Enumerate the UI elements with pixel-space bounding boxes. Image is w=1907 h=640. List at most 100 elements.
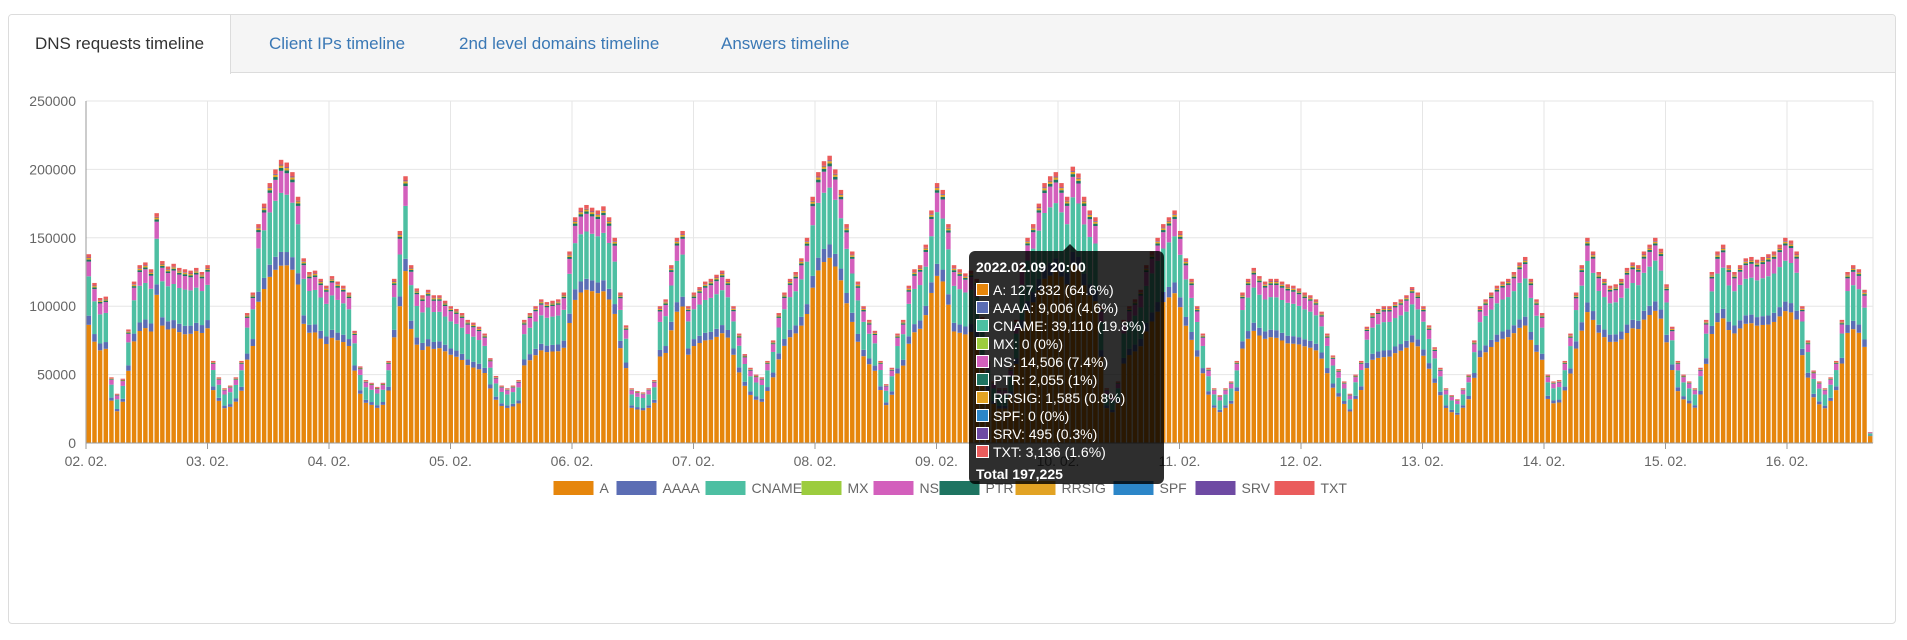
- bar-segment-cname: [346, 309, 352, 340]
- bar-segment-cname: [1692, 394, 1698, 406]
- bar-segment-ptr: [1025, 243, 1030, 246]
- bar-segment-a: [250, 345, 256, 443]
- bar-segment-txt: [1607, 285, 1613, 289]
- bar-segment-a: [148, 331, 154, 443]
- bar-segment-a: [1732, 333, 1737, 443]
- bar-segment-aaaa: [261, 277, 267, 289]
- bar-segment-cname: [1506, 297, 1511, 330]
- bar-segment-rrsig: [827, 161, 832, 164]
- bar-segment-rrsig: [691, 295, 697, 297]
- bar-segment-txt: [1364, 326, 1370, 329]
- bar-segment-a: [1477, 357, 1483, 443]
- bar-segment-aaaa: [1783, 301, 1788, 312]
- tab-answers-timeline[interactable]: Answers timeline: [695, 15, 876, 73]
- bar-segment-cname: [131, 300, 137, 334]
- bar-segment-ns: [1426, 329, 1432, 339]
- bar-segment-cname: [601, 232, 606, 281]
- bar-segment-ns: [1771, 258, 1777, 274]
- tooltip-swatch: [976, 409, 989, 422]
- bar-segment-cname: [640, 397, 646, 409]
- bar-segment-srv: [1522, 260, 1528, 261]
- tab-dns-requests-timeline[interactable]: DNS requests timeline: [9, 15, 232, 74]
- bar-segment-txt: [1438, 367, 1443, 369]
- bar-segment-a: [1245, 338, 1251, 443]
- bar-segment-aaaa: [1211, 405, 1217, 408]
- bar-segment-txt: [1353, 374, 1358, 376]
- bar-segment-aaaa: [1279, 332, 1285, 341]
- tooltip-swatch: [976, 445, 989, 458]
- bar-segment-cname: [493, 383, 499, 397]
- bar-segment-ns: [527, 317, 533, 328]
- bar-segment-srv: [821, 165, 827, 167]
- bar-segment-a: [1262, 338, 1268, 443]
- bar-segment-a: [375, 407, 380, 443]
- bar-segment-a: [1681, 399, 1686, 443]
- bar-segment-rrsig: [86, 257, 92, 260]
- bar-segment-txt: [1064, 196, 1070, 201]
- bar-segment-txt: [1703, 319, 1709, 322]
- bar-segment-txt: [1296, 288, 1302, 291]
- bar-segment-rrsig: [906, 288, 912, 291]
- bar-segment-rrsig: [861, 308, 866, 311]
- bar-segment-a: [776, 359, 781, 443]
- bar-segment-txt: [295, 196, 301, 201]
- bar-segment-aaaa: [1749, 314, 1754, 324]
- tab-2nd-level-domains-timeline[interactable]: 2nd level domains timeline: [433, 15, 685, 73]
- bar-segment-ns: [810, 206, 815, 226]
- bar-segment-srv: [1788, 243, 1794, 245]
- tooltip-row-label: SRV: 495 (0.3%): [993, 426, 1098, 442]
- bar-segment-aaaa: [1353, 395, 1358, 399]
- bar-segment-srv: [154, 216, 159, 218]
- bar-segment-rrsig: [273, 174, 278, 178]
- bar-segment-a: [827, 257, 832, 443]
- bar-segment-srv: [1257, 278, 1262, 280]
- bar-segment-ns: [1749, 263, 1754, 278]
- bar-segment-cname: [482, 345, 487, 368]
- bar-segment-rrsig: [1749, 260, 1754, 262]
- bar-segment-a: [1653, 310, 1658, 443]
- bar-segment-ptr: [256, 230, 261, 233]
- bar-segment-ptr: [963, 278, 968, 280]
- bar-segment-txt: [736, 333, 742, 336]
- bar-segment-cname: [1845, 291, 1850, 326]
- bar-segment-rrsig: [878, 362, 883, 364]
- bar-segment-cname: [1494, 303, 1500, 335]
- bar-segment-ptr: [1370, 316, 1375, 318]
- bar-segment-cname: [1517, 282, 1522, 320]
- bar-segment-cname: [1342, 388, 1347, 402]
- bar-segment-cname: [1811, 378, 1816, 394]
- bar-segment-a: [1228, 403, 1234, 443]
- bar-segment-cname: [1613, 302, 1618, 335]
- bar-segment-srv: [923, 247, 929, 249]
- bar-segment-a: [476, 369, 482, 443]
- tooltip-row: MX: 0 (0%): [976, 335, 1157, 353]
- bar-segment-aaaa: [1658, 309, 1664, 319]
- bar-segment-a: [216, 400, 222, 443]
- bar-segment-txt: [1766, 254, 1771, 258]
- bar-segment-cname: [595, 236, 601, 283]
- bar-segment-aaaa: [1347, 409, 1353, 412]
- bar-segment-txt: [1494, 285, 1500, 289]
- bar-segment-a: [703, 340, 708, 443]
- bar-segment-cname: [442, 316, 448, 345]
- bar-segment-cname: [312, 289, 318, 325]
- bar-segment-rrsig: [233, 378, 239, 380]
- bar-segment-ptr: [1788, 246, 1794, 249]
- bar-segment-srv: [1528, 281, 1534, 283]
- tab-client-ips-timeline[interactable]: Client IPs timeline: [243, 15, 431, 73]
- bar-segment-ptr: [1466, 376, 1471, 378]
- bar-segment-ns: [1726, 271, 1732, 286]
- bar-segment-txt: [1330, 355, 1336, 357]
- bar-segment-txt: [776, 313, 781, 316]
- bar-segment-cname: [539, 315, 544, 344]
- bar-segment-a: [256, 301, 261, 443]
- bar-segment-rrsig: [1025, 241, 1030, 244]
- bar-segment-rrsig: [1042, 188, 1047, 191]
- bar-segment-a: [1404, 347, 1409, 443]
- x-tick-label: 02. 02.: [65, 453, 108, 469]
- bar-segment-aaaa: [1743, 315, 1748, 324]
- bar-segment-srv: [946, 227, 951, 229]
- bar-segment-ptr: [1528, 283, 1534, 286]
- tooltip-row-label: SPF: 0 (0%): [993, 408, 1070, 424]
- bar-segment-cname: [233, 384, 239, 399]
